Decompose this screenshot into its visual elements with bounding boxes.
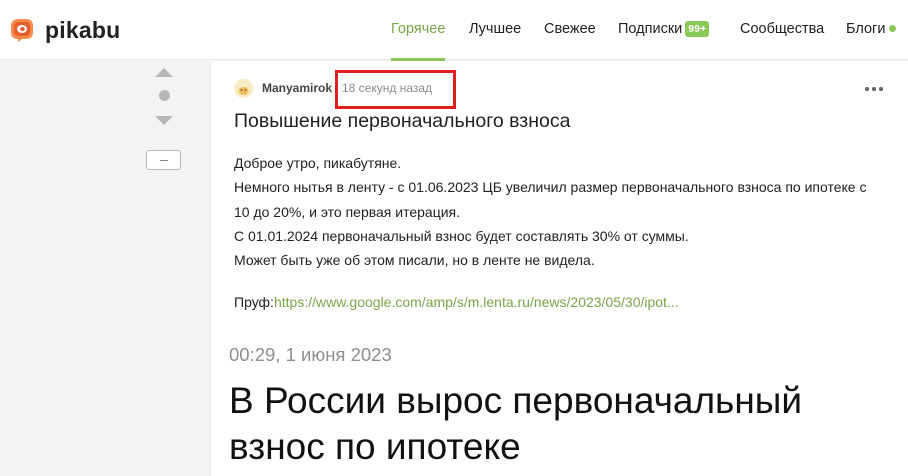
nav-communities[interactable]: Сообщества: [740, 0, 824, 60]
proof-line: Пруф:https://www.google.com/amp/s/m.lent…: [234, 294, 679, 310]
collapse-button[interactable]: [146, 150, 181, 170]
vote-column: [0, 61, 210, 476]
post-body: Доброе утро, пикабутяне. Немного нытья в…: [234, 151, 894, 272]
more-options-icon[interactable]: [863, 81, 885, 95]
post-title[interactable]: Повышение первоначального взноса: [234, 110, 570, 133]
nav-blogs-label: Блоги: [846, 21, 886, 37]
article-date: 00:29, 1 июня 2023: [229, 344, 392, 365]
nav-best-label: Лучшее: [469, 21, 522, 37]
author-name[interactable]: Manyamirok: [262, 81, 332, 95]
nav-hot[interactable]: Горячее: [391, 0, 446, 61]
nav-subscriptions-label: Подписки: [618, 21, 683, 37]
post-text-line: 10 до 20%, и это первая итерация.: [234, 203, 461, 220]
nav-subscriptions[interactable]: Подписки 99+: [618, 0, 710, 60]
proof-link[interactable]: https://www.google.com/amp/s/m.lenta.ru/…: [274, 294, 679, 310]
top-header: pikabu Горячее Лучшее Свежее Подписки 99+…: [0, 0, 908, 61]
post-time: 18 секунд назад: [342, 81, 433, 95]
nav-blogs[interactable]: Блоги: [846, 0, 897, 60]
post-text-line: Немного нытья в ленту - с 01.06.2023 ЦБ …: [234, 179, 867, 196]
vote-down-icon[interactable]: [155, 116, 173, 125]
vote-up-icon[interactable]: [155, 68, 173, 77]
rating-dot: [159, 90, 170, 101]
nav-fresh-label: Свежее: [544, 21, 596, 37]
nav-hot-label: Горячее: [391, 21, 446, 37]
post-text-line: Может быть уже об этом писали, но в лент…: [234, 252, 595, 269]
pikabu-logo-icon: [11, 19, 33, 42]
nav-communities-label: Сообщества: [740, 21, 825, 37]
post-card: Manyamirok 18 секунд назад Повышение пер…: [210, 61, 908, 476]
post-text-line: Доброе утро, пикабутяне.: [234, 155, 402, 171]
article-title: В России вырос первоначальный взнос по и…: [229, 380, 803, 467]
collapse-icon: [160, 160, 168, 161]
nav-best[interactable]: Лучшее: [469, 0, 521, 60]
author-avatar[interactable]: [234, 79, 253, 98]
post-text-line: С 01.01.2024 первоначальный взнос будет …: [234, 227, 689, 244]
blogs-status-dot: [889, 25, 897, 32]
avatar-image-icon: [234, 79, 253, 98]
logo-text: pikabu: [45, 16, 121, 43]
site-logo[interactable]: pikabu: [8, 16, 120, 44]
proof-label: Пруф:: [234, 294, 274, 310]
nav-fresh[interactable]: Свежее: [544, 0, 596, 60]
subscriptions-badge: 99+: [685, 21, 710, 37]
